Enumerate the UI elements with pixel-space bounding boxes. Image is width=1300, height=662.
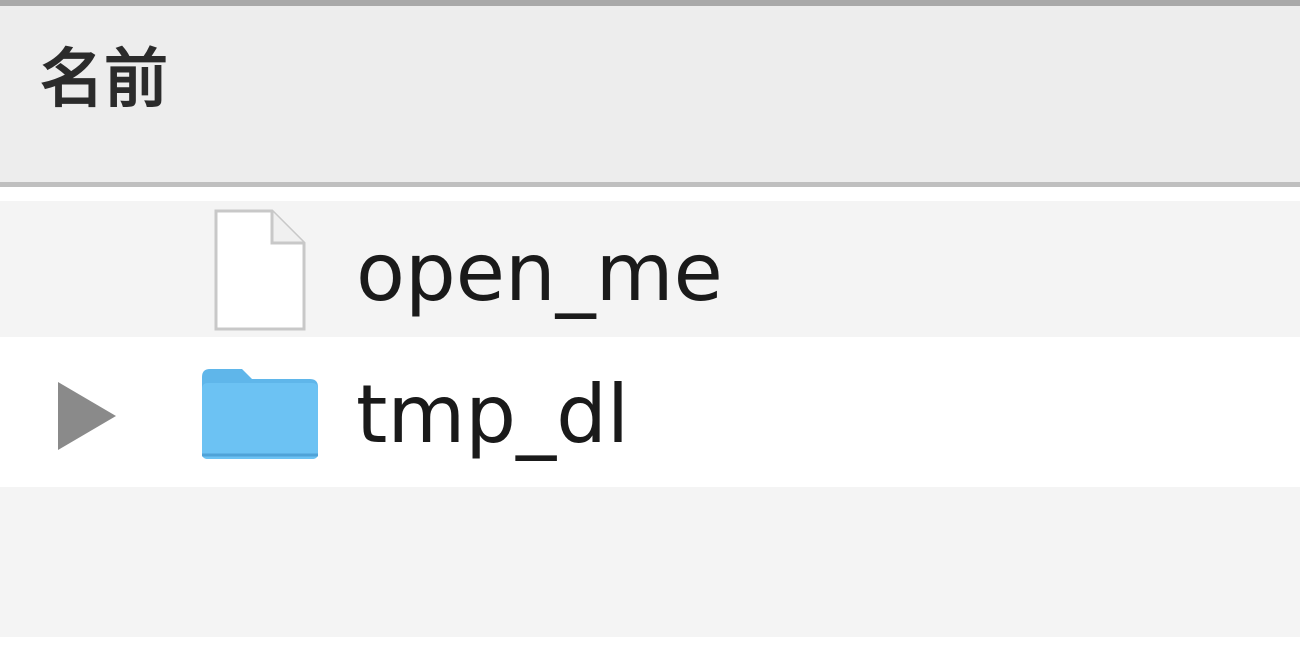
- name-column-label[interactable]: 名前: [40, 48, 168, 112]
- file-list: open_me tmp_dl: [0, 187, 1300, 662]
- document-icon: [212, 209, 308, 337]
- disclosure-triangle-icon[interactable]: [58, 382, 116, 450]
- list-item-open-me[interactable]: open_me: [0, 201, 1300, 337]
- finder-list-view: 名前 open_me tmp_dl: [0, 0, 1300, 662]
- list-item-tmp-dl[interactable]: tmp_dl: [0, 337, 1300, 487]
- folder-icon: [198, 365, 322, 467]
- list-top-gap: [0, 187, 1300, 201]
- empty-row: [0, 487, 1300, 637]
- folder-name-label: tmp_dl: [356, 368, 630, 461]
- empty-row-bottom: [0, 637, 1300, 662]
- file-name-label: open_me: [356, 226, 723, 319]
- column-header[interactable]: 名前: [0, 6, 1300, 182]
